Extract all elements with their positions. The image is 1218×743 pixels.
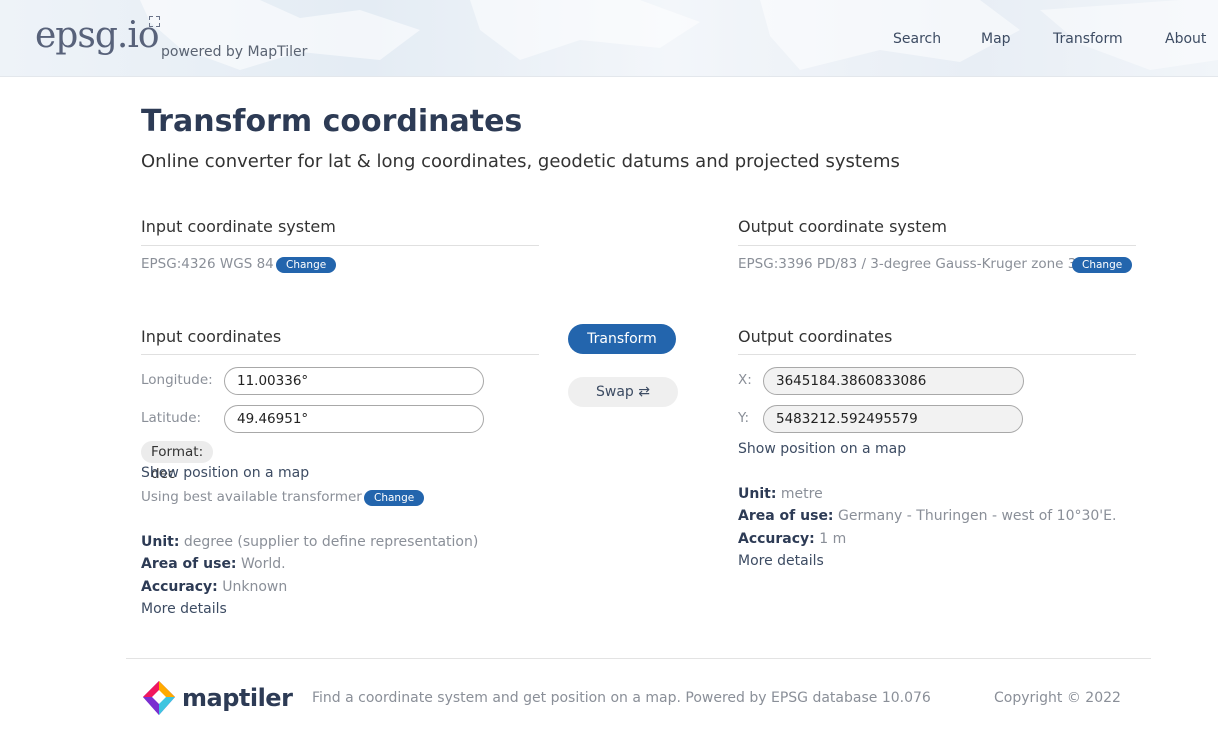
nav-transform[interactable]: Transform bbox=[1053, 31, 1123, 47]
divider bbox=[141, 354, 539, 355]
powered-by-text: powered by MapTiler bbox=[161, 44, 308, 60]
output-system-heading: Output coordinate system bbox=[738, 217, 947, 236]
input-accuracy: Accuracy: Unknown bbox=[141, 579, 288, 595]
x-label: X: bbox=[738, 372, 752, 388]
output-system-value: EPSG:3396 PD/83 / 3-degree Gauss-Kruger … bbox=[738, 256, 1077, 272]
input-area-of-use: Area of use: World. bbox=[141, 556, 286, 572]
input-show-on-map-link[interactable]: Show position on a map bbox=[141, 465, 309, 481]
longitude-input[interactable]: 11.00336° bbox=[224, 367, 484, 395]
transformer-text: Using best available transformer bbox=[141, 489, 362, 505]
output-accuracy: Accuracy: 1 m bbox=[738, 531, 847, 547]
maptiler-wordmark[interactable]: maptiler bbox=[182, 684, 293, 712]
input-unit: Unit: degree (supplier to define represe… bbox=[141, 534, 479, 550]
latitude-input[interactable]: 49.46951° bbox=[224, 405, 484, 433]
input-system-change-button[interactable]: Change bbox=[276, 257, 337, 273]
nav-about[interactable]: About bbox=[1165, 31, 1206, 47]
latitude-label: Latitude: bbox=[141, 410, 202, 426]
output-unit: Unit: metre bbox=[738, 486, 823, 502]
page-subtitle: Online converter for lat & long coordina… bbox=[141, 151, 900, 172]
swap-button[interactable]: Swap ⇄ bbox=[568, 377, 678, 407]
output-coords-heading: Output coordinates bbox=[738, 327, 893, 346]
input-system-heading: Input coordinate system bbox=[141, 217, 336, 236]
site-header: epsg.io powered by MapTiler Search Map T… bbox=[0, 0, 1218, 77]
divider bbox=[738, 245, 1136, 246]
input-more-details-link[interactable]: More details bbox=[141, 601, 227, 617]
maptiler-logo-icon[interactable] bbox=[142, 680, 176, 716]
footer-description: Find a coordinate system and get positio… bbox=[312, 690, 931, 706]
copyright-text: Copyright © 2022 bbox=[994, 690, 1121, 706]
output-more-details-link[interactable]: More details bbox=[738, 553, 824, 569]
background-map-illustration bbox=[140, 0, 1218, 70]
fullscreen-icon bbox=[149, 16, 160, 27]
epsg-logo[interactable]: epsg.io bbox=[35, 14, 159, 58]
output-show-on-map-link[interactable]: Show position on a map bbox=[738, 441, 906, 457]
transformer-change-button[interactable]: Change bbox=[364, 490, 425, 506]
transform-button[interactable]: Transform bbox=[568, 324, 676, 354]
divider bbox=[738, 354, 1136, 355]
footer-divider bbox=[126, 658, 1151, 659]
nav-map[interactable]: Map bbox=[981, 31, 1011, 47]
page-title: Transform coordinates bbox=[141, 104, 523, 139]
output-area-of-use: Area of use: Germany - Thuringen - west … bbox=[738, 508, 1117, 524]
divider bbox=[141, 245, 539, 246]
y-label: Y: bbox=[738, 410, 750, 426]
nav-search[interactable]: Search bbox=[893, 31, 941, 47]
input-system-value: EPSG:4326 WGS 84 bbox=[141, 256, 274, 272]
output-system-change-button[interactable]: Change bbox=[1072, 257, 1133, 273]
x-output-field[interactable]: 3645184.3860833086 bbox=[763, 367, 1024, 395]
format-selector[interactable]: Format: dec bbox=[141, 441, 214, 482]
input-coords-heading: Input coordinates bbox=[141, 327, 282, 346]
longitude-label: Longitude: bbox=[141, 372, 213, 388]
y-output-field[interactable]: 5483212.592495579 bbox=[763, 405, 1023, 433]
